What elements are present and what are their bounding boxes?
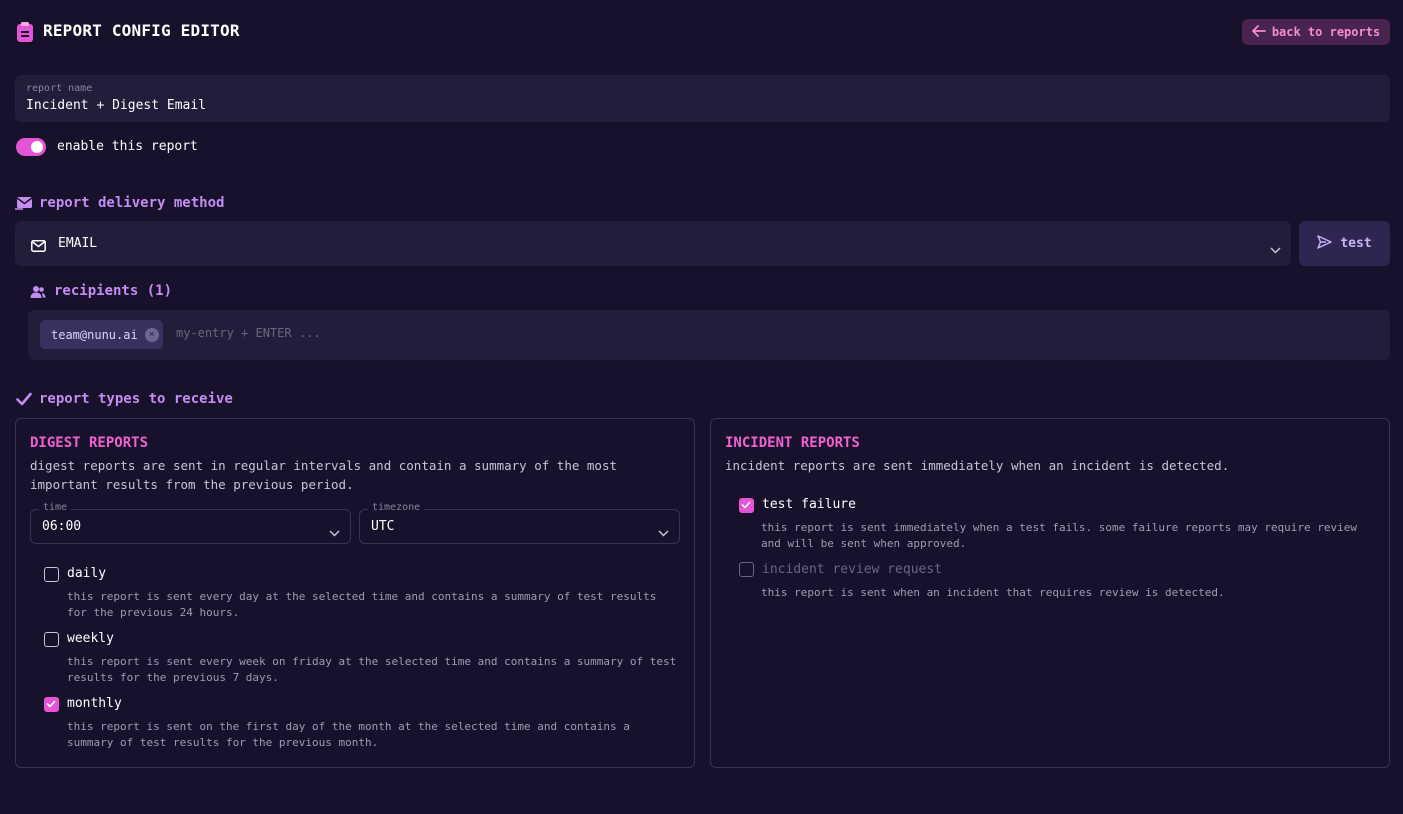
delivery-method-heading: report delivery method <box>39 195 225 211</box>
report-name-field[interactable]: report name Incident + Digest Email <box>15 75 1390 122</box>
recipients-input-box[interactable]: team@nunu.ai × <box>28 310 1390 360</box>
chevron-down-icon <box>658 522 669 541</box>
users-icon <box>30 284 46 303</box>
checkmark-icon <box>16 391 32 410</box>
report-name-value[interactable]: Incident + Digest Email <box>26 98 206 113</box>
back-button-label: back to reports <box>1271 25 1381 39</box>
monthly-description: this report is sent on the first day of … <box>67 720 630 749</box>
clipboard-icon <box>17 22 33 42</box>
arrow-left-icon <box>1251 24 1266 40</box>
remove-recipient-icon[interactable]: × <box>144 327 159 342</box>
time-value: 06:00 <box>42 519 82 534</box>
digest-reports-card: DIGEST REPORTS digest reports are sent i… <box>15 418 695 768</box>
test-button-label: test <box>1340 236 1372 251</box>
daily-label: daily <box>67 566 107 581</box>
timezone-select[interactable]: timezone UTC <box>359 502 680 544</box>
digest-reports-description: digest reports are sent in regular inter… <box>30 458 617 492</box>
weekly-label: weekly <box>67 631 114 646</box>
digest-reports-title: DIGEST REPORTS <box>30 435 149 451</box>
test-failure-checkbox[interactable] <box>739 498 754 513</box>
weekly-checkbox[interactable] <box>44 632 59 647</box>
enable-report-toggle[interactable] <box>16 138 46 156</box>
incident-review-request-checkbox[interactable] <box>739 562 754 577</box>
test-failure-label: test failure <box>762 497 856 512</box>
enable-report-label: enable this report <box>57 139 198 154</box>
toggle-knob <box>31 141 43 153</box>
page-title: REPORT CONFIG EDITOR <box>43 21 240 40</box>
timezone-value: UTC <box>371 519 395 534</box>
weekly-description: this report is sent every week on friday… <box>67 655 677 684</box>
daily-description: this report is sent every day at the sel… <box>67 590 657 619</box>
incident-reports-title: INCIDENT REPORTS <box>725 435 860 451</box>
time-select[interactable]: time 06:00 <box>30 502 351 544</box>
recipients-heading: recipients (1) <box>54 283 173 299</box>
incident-reports-description: incident reports are sent immediately wh… <box>725 458 1230 473</box>
check-icon <box>741 501 751 509</box>
daily-checkbox[interactable] <box>44 567 59 582</box>
delivery-method-select[interactable]: EMAIL <box>15 221 1291 266</box>
report-types-heading: report types to receive <box>39 391 233 407</box>
chevron-down-icon <box>329 522 340 541</box>
test-failure-description: this report is sent immediately when a t… <box>761 521 1358 550</box>
check-icon <box>46 700 56 708</box>
time-label: time <box>39 502 72 513</box>
monthly-label: monthly <box>67 696 122 711</box>
incident-reports-card: INCIDENT REPORTS incident reports are se… <box>710 418 1390 768</box>
report-name-label: report name <box>26 83 93 94</box>
delivery-method-value: EMAIL <box>58 236 98 251</box>
timezone-label: timezone <box>368 502 425 513</box>
mail-icon <box>31 237 46 256</box>
envelope-send-icon <box>15 196 33 212</box>
incident-review-request-label: incident review request <box>762 562 943 577</box>
monthly-checkbox[interactable] <box>44 697 59 712</box>
incident-review-request-description: this report is sent when an incident tha… <box>761 586 1225 599</box>
recipient-chip-label: team@nunu.ai <box>51 327 138 342</box>
chevron-down-icon <box>1270 239 1281 258</box>
recipient-chip: team@nunu.ai × <box>40 320 163 349</box>
recipient-entry-input[interactable] <box>176 326 576 340</box>
send-icon <box>1317 234 1333 253</box>
back-to-reports-button[interactable]: back to reports <box>1242 19 1390 45</box>
test-delivery-button[interactable]: test <box>1299 221 1390 266</box>
